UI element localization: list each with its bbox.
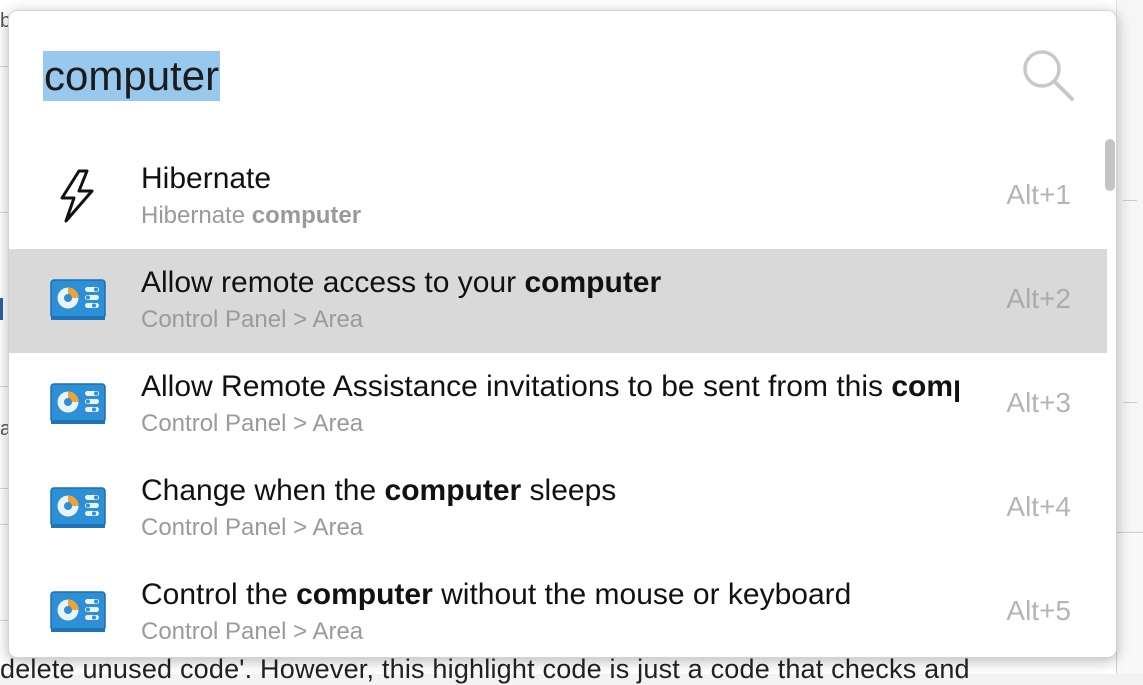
result-title: Allow remote access to your computer [141,266,662,299]
result-title: Change when the computer sleeps [141,474,617,507]
result-item[interactable]: Control the computer without the mouse o… [9,561,1107,657]
lightning-bolt-icon [49,167,107,225]
result-shortcut: Alt+5 [1006,595,1071,626]
search-icon[interactable] [1020,47,1078,105]
result-subtitle: Control Panel > Area [141,306,364,333]
result-item[interactable]: Allow remote access to your computer Cont… [9,249,1107,353]
result-shortcut: Alt+4 [1006,491,1071,522]
background-panel-box [1116,532,1143,673]
background-divider [1123,402,1137,403]
result-shortcut: Alt+1 [1006,179,1071,210]
launcher-window: computer Hibernate Hibernate computer Alt+… [8,10,1117,658]
result-subtitle: Hibernate computer [141,202,362,229]
result-title: Hibernate [141,162,272,195]
result-item[interactable]: Change when the computer sleeps Control P… [9,457,1107,561]
result-shortcut: Alt+3 [1006,387,1071,418]
result-shortcut: Alt+2 [1006,283,1071,314]
result-title: Allow Remote Assistance invitations to b… [141,370,959,403]
control-panel-icon [49,375,107,433]
result-subtitle: Control Panel > Area [141,410,364,437]
result-item[interactable]: Hibernate Hibernate computer Alt+1 [9,145,1107,249]
result-subtitle: Control Panel > Area [141,618,364,645]
result-item[interactable]: Allow Remote Assistance invitations to b… [9,353,1107,457]
background-text: delete unused code'. However, this highl… [0,654,970,684]
result-subtitle: Control Panel > Area [141,514,364,541]
search-input[interactable]: computer [43,51,221,101]
results-list: Hibernate Hibernate computer Alt+1 Allow re… [9,145,1107,657]
result-title: Control the computer without the mouse o… [141,578,852,611]
control-panel-icon [49,583,107,641]
scrollbar-thumb[interactable] [1105,139,1115,191]
search-bar: computer [9,11,1116,143]
background-accent-bar [0,298,3,320]
results-scrollbar[interactable] [1104,139,1116,657]
control-panel-icon [49,479,107,537]
control-panel-icon [49,271,107,329]
background-divider [1123,200,1137,201]
